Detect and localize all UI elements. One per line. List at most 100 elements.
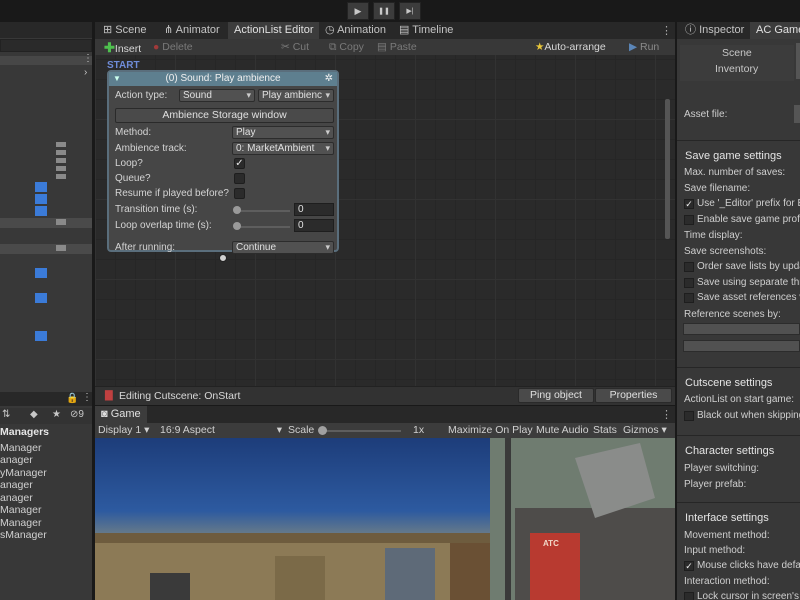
copy-button[interactable]: ⧉ Copy <box>329 41 364 54</box>
hierarchy-search[interactable] <box>0 39 92 52</box>
ambience-storage-button[interactable]: Ambience Storage window <box>115 108 334 123</box>
manager-item[interactable]: anager <box>0 454 33 466</box>
max-saves-label: Max. number of saves: <box>684 167 786 178</box>
lock-cursor-checkbox[interactable] <box>684 592 694 600</box>
game-controller-icon: ◙ <box>101 408 111 420</box>
top-toolbar: ▶ ❚❚ ▶| <box>0 0 800 22</box>
actionlist-on-start-label: ActionList on start game: <box>684 394 795 405</box>
chevron-right-icon[interactable]: › <box>84 67 87 78</box>
hierarchy-header-row[interactable] <box>0 56 92 65</box>
kebab-icon[interactable]: ⋮ <box>83 53 92 64</box>
run-button[interactable]: ▶ Run <box>629 41 659 53</box>
action-node-header[interactable]: ▼ (0) Sound: Play ambience ✲ <box>109 72 337 86</box>
overlap-time-label: Loop overlap time (s): <box>115 220 212 231</box>
filter-icon[interactable]: ⇅ <box>2 409 10 420</box>
clock-icon: ◷ <box>325 24 338 36</box>
star-icon: ★ <box>535 41 545 53</box>
tab-scene-manager[interactable]: Scene <box>722 47 752 59</box>
kebab-icon[interactable]: ⋮ <box>82 392 92 403</box>
tab-animation[interactable]: ◷ Animation <box>319 22 392 39</box>
mouse-clicks-checkbox[interactable]: ✓ <box>684 561 694 571</box>
lock-icon[interactable]: 🔒 <box>66 393 78 404</box>
transition-time-slider[interactable] <box>236 210 290 212</box>
scale-slider[interactable] <box>321 430 401 432</box>
insert-button[interactable]: ✚Insert <box>104 40 141 56</box>
after-running-dropdown[interactable]: Continue <box>232 241 334 254</box>
hierarchy-row-selected[interactable] <box>0 218 92 228</box>
action-node[interactable]: ▼ (0) Sound: Play ambience ✲ Action type… <box>107 70 339 254</box>
hierarchy-tabbar <box>0 22 92 38</box>
auto-arrange-button[interactable]: ★Auto-arrange <box>535 41 606 53</box>
method-label: Method: <box>115 127 152 138</box>
cut-icon: ✂ <box>281 41 293 53</box>
manager-item[interactable]: yManager <box>0 467 47 479</box>
manager-item[interactable]: sManager <box>0 529 47 541</box>
order-saves-checkbox[interactable] <box>684 262 694 272</box>
display-dropdown[interactable]: Display 1 ▾ <box>98 423 149 438</box>
manager-item[interactable]: anager <box>0 479 33 491</box>
check-icon: ✓ <box>685 199 693 209</box>
play-button[interactable]: ▶ <box>347 2 369 20</box>
gizmos-dropdown[interactable]: Gizmos ▾ <box>623 423 667 438</box>
transition-time-field[interactable]: 0 <box>294 203 334 216</box>
tab-game[interactable]: ◙ Game <box>95 406 147 423</box>
overlap-time-slider-knob[interactable] <box>233 222 241 230</box>
manager-item[interactable]: Manager <box>0 504 41 516</box>
action-type-dropdown[interactable]: Sound <box>179 89 255 102</box>
method-dropdown[interactable]: Play <box>232 126 334 139</box>
enable-profiles-checkbox[interactable] <box>684 215 694 225</box>
manager-item[interactable]: Manager <box>0 442 41 454</box>
output-socket[interactable] <box>219 254 227 262</box>
use-editor-checkbox[interactable]: ✓ <box>684 199 694 209</box>
step-button[interactable]: ▶| <box>399 2 421 20</box>
tab-inventory-manager[interactable]: Inventory <box>715 63 758 75</box>
enable-profiles-label: Enable save game profi <box>697 214 800 225</box>
black-out-checkbox[interactable] <box>684 411 694 421</box>
cut-button[interactable]: ✂ Cut <box>281 41 309 53</box>
tab-actionlist-editor[interactable]: ActionList Editor <box>228 22 320 39</box>
tab-inspector[interactable]: ⓘ Inspector <box>679 22 750 39</box>
manager-item[interactable]: anager <box>0 492 33 504</box>
asset-refs-checkbox[interactable] <box>684 293 694 303</box>
gear-icon[interactable]: ✲ <box>325 72 333 86</box>
hidden-count-icon[interactable]: ⊘9 <box>70 409 84 420</box>
kebab-icon[interactable]: ⋮ <box>661 408 672 421</box>
delete-button[interactable]: ● Delete <box>153 41 193 53</box>
resume-checkbox[interactable] <box>234 188 245 199</box>
paste-button[interactable]: ▤ Paste <box>377 41 417 53</box>
scale-slider-knob[interactable] <box>318 426 327 435</box>
queue-checkbox[interactable] <box>234 173 245 184</box>
stats-toggle[interactable]: Stats <box>593 423 617 438</box>
ambience-track-dropdown[interactable]: 0: MarketAmbient <box>232 142 334 155</box>
manager-item[interactable]: Manager <box>0 517 41 529</box>
reference-scenes-dropdown[interactable] <box>683 323 800 335</box>
hierarchy-item-icon <box>56 174 66 179</box>
overlap-time-field[interactable]: 0 <box>294 219 334 232</box>
tag-icon[interactable]: ◆ <box>30 409 38 420</box>
properties-button[interactable]: Properties <box>595 388 672 403</box>
pause-button[interactable]: ❚❚ <box>373 2 395 20</box>
mute-audio-toggle[interactable]: Mute Audio <box>536 423 589 438</box>
actionlist-editor-canvas[interactable]: ✚Insert ● Delete ✂ Cut ⧉ Copy ▤ Paste ★A… <box>95 39 675 386</box>
asset-file-field[interactable] <box>794 105 800 123</box>
game-viewport[interactable]: ATC <box>95 438 675 600</box>
tab-ac-game[interactable]: AC Game <box>750 22 800 39</box>
hierarchy-row-selected[interactable] <box>0 244 92 254</box>
tab-scene[interactable]: ⊞ Scene <box>97 22 152 39</box>
info-icon: ⓘ <box>685 24 700 36</box>
vertical-scrollbar[interactable] <box>665 99 670 239</box>
ping-object-button[interactable]: Ping object <box>518 388 594 403</box>
reference-scenes-dropdown-2[interactable] <box>683 340 800 352</box>
overlap-time-slider[interactable] <box>236 226 290 228</box>
star-icon[interactable]: ★ <box>52 409 61 420</box>
maximize-on-play-toggle[interactable]: Maximize On Play <box>448 423 533 438</box>
kebab-icon[interactable]: ⋮ <box>661 24 672 37</box>
collapse-triangle-icon[interactable]: ▼ <box>113 72 121 86</box>
loop-checkbox[interactable]: ✓ <box>234 158 245 169</box>
separate-thread-checkbox[interactable] <box>684 278 694 288</box>
action-dropdown[interactable]: Play ambienc <box>258 89 334 102</box>
transition-time-slider-knob[interactable] <box>233 206 241 214</box>
tab-timeline[interactable]: ▤ Timeline <box>393 22 459 39</box>
tab-animator[interactable]: ⋔ Animator <box>158 22 226 39</box>
aspect-dropdown[interactable]: 16:9 Aspect ▾ <box>160 423 282 438</box>
